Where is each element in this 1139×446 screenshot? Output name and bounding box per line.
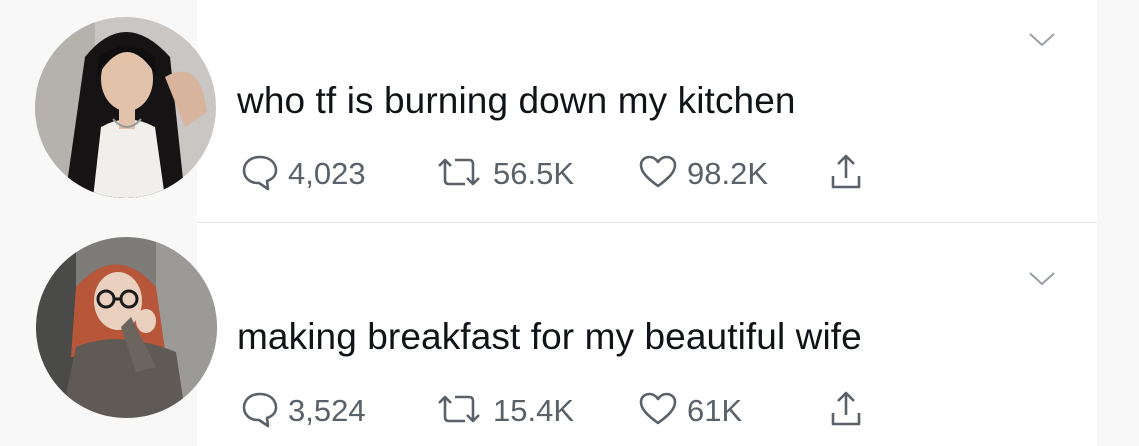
share-button[interactable] <box>828 391 864 431</box>
retweet-count: 56.5K <box>493 156 575 191</box>
like-count: 61K <box>687 393 743 428</box>
tweet: who tf is burning down my kitchen 4,023 … <box>0 0 1139 223</box>
retweet-button[interactable]: 15.4K <box>433 391 574 431</box>
share-upload-icon <box>828 152 864 197</box>
avatar[interactable] <box>36 237 217 418</box>
reply-button[interactable]: 3,524 <box>240 391 366 431</box>
tweet-text: making breakfast for my beautiful wife <box>237 316 862 357</box>
reply-count: 3,524 <box>288 393 366 428</box>
chevron-down-icon[interactable] <box>1028 32 1056 48</box>
like-button[interactable]: 61K <box>637 391 742 431</box>
speech-bubble-icon <box>240 152 280 197</box>
like-count: 98.2K <box>687 156 769 191</box>
retweet-button[interactable]: 56.5K <box>433 154 574 194</box>
chevron-down-icon[interactable] <box>1028 271 1056 287</box>
reply-button[interactable]: 4,023 <box>240 154 366 194</box>
like-button[interactable]: 98.2K <box>637 154 768 194</box>
speech-bubble-icon <box>240 389 280 434</box>
retweet-arrows-icon <box>433 389 485 434</box>
tweet: making breakfast for my beautiful wife 3… <box>0 223 1139 446</box>
share-button[interactable] <box>828 154 864 194</box>
heart-outline-icon <box>637 152 679 197</box>
heart-outline-icon <box>637 389 679 434</box>
tweet-text: who tf is burning down my kitchen <box>237 80 796 121</box>
tweet-feed: who tf is burning down my kitchen 4,023 … <box>0 0 1139 446</box>
avatar[interactable] <box>35 17 216 198</box>
retweet-count: 15.4K <box>493 393 575 428</box>
reply-count: 4,023 <box>288 156 366 191</box>
retweet-arrows-icon <box>433 152 485 197</box>
share-upload-icon <box>828 389 864 434</box>
